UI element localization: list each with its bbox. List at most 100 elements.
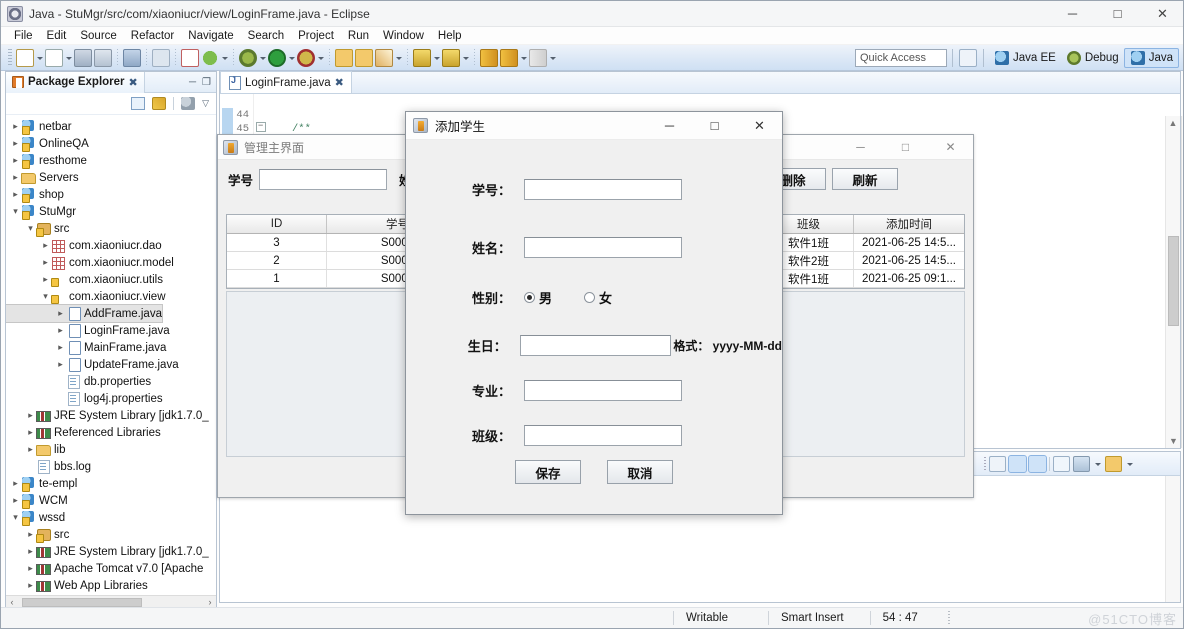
open-console-dropdown-icon[interactable] — [1125, 455, 1134, 473]
radio-male-icon[interactable] — [524, 291, 535, 303]
menu-window[interactable]: Window — [376, 30, 431, 42]
status-resize-grip[interactable] — [947, 611, 950, 625]
tree-item[interactable]: com.xiaoniucr.utils — [6, 271, 216, 288]
tree-twisty-icon[interactable] — [40, 291, 51, 302]
tree-twisty-icon[interactable] — [55, 325, 66, 336]
tree-twisty-icon[interactable] — [25, 529, 36, 540]
tree-twisty-icon[interactable] — [25, 410, 36, 421]
minimize-icon[interactable] — [1137, 456, 1154, 472]
tree-item[interactable]: MainFrame.java — [6, 339, 216, 356]
scroll-lock-icon[interactable] — [1053, 455, 1070, 472]
tree-item[interactable]: bbs.log — [6, 458, 216, 475]
tree-twisty-icon[interactable] — [10, 138, 21, 149]
new-java-class-icon[interactable] — [45, 48, 63, 67]
tree-item[interactable]: db.properties — [6, 373, 216, 390]
view-menu-icon[interactable] — [181, 97, 196, 110]
tab-package-explorer[interactable]: Package Explorer ✖ — [6, 71, 145, 93]
console-vscrollbar[interactable] — [1165, 476, 1180, 602]
forward-icon[interactable] — [529, 48, 547, 67]
tree-item[interactable]: te-empl — [6, 475, 216, 492]
tree-item[interactable]: log4j.properties — [6, 390, 216, 407]
new-wizard-icon[interactable] — [16, 48, 34, 67]
major-input[interactable] — [524, 379, 682, 401]
fold-collapse-icon[interactable] — [256, 120, 266, 132]
scroll-right-icon[interactable]: › — [204, 597, 216, 607]
tree-item[interactable]: com.xiaoniucr.model — [6, 254, 216, 271]
tree-item[interactable]: Web App Libraries — [6, 577, 216, 594]
tree-item[interactable]: netbar — [6, 118, 216, 135]
new-java-project-icon[interactable] — [181, 48, 199, 67]
next-annotation-icon[interactable] — [413, 48, 431, 67]
package-explorer-tree[interactable]: netbar OnlineQA resthome Servers shop StuMgr s… — [6, 115, 216, 595]
tree-twisty-icon[interactable] — [10, 155, 21, 166]
tree-item[interactable]: com.xiaoniucr.view — [6, 288, 216, 305]
birthday-input[interactable] — [519, 334, 672, 356]
tab-close-icon[interactable]: ✖ — [335, 76, 344, 89]
tree-twisty-icon[interactable] — [25, 427, 36, 438]
editor-vscrollbar[interactable]: ▲ ▼ — [1165, 116, 1180, 448]
open-perspective-icon[interactable] — [958, 48, 977, 67]
tree-twisty-icon[interactable] — [25, 563, 36, 574]
toggle-mark-occurrences-icon[interactable] — [152, 48, 170, 67]
quick-access-input[interactable]: Quick Access — [854, 48, 947, 67]
main-window-close-button[interactable]: ✕ — [928, 135, 973, 160]
debug-dropdown-icon[interactable] — [258, 49, 267, 67]
print-icon[interactable] — [123, 48, 141, 67]
scroll-up-icon[interactable]: ▲ — [1166, 116, 1180, 130]
tree-item[interactable]: JRE System Library [jdk1.7.0_ — [6, 407, 216, 424]
hscroll-thumb[interactable] — [22, 597, 142, 607]
display-selected-console-icon[interactable] — [1073, 455, 1090, 472]
debug-icon[interactable] — [239, 48, 257, 67]
tree-item[interactable]: WCM — [6, 492, 216, 509]
tree-twisty-icon[interactable] — [10, 206, 21, 217]
tree-twisty-icon[interactable] — [25, 223, 36, 234]
menu-project[interactable]: Project — [291, 30, 341, 42]
tree-twisty-icon[interactable] — [10, 495, 21, 506]
gender-option-female[interactable]: 女 — [584, 288, 612, 307]
chevron-down-icon[interactable]: ▽ — [202, 98, 209, 109]
next-annotation-dropdown-icon[interactable] — [432, 49, 441, 67]
previous-annotation-icon[interactable] — [442, 48, 460, 67]
menu-search[interactable]: Search — [241, 30, 291, 42]
window-maximize-button[interactable]: □ — [1095, 1, 1140, 27]
remove-all-terminated-icon[interactable] — [1028, 454, 1047, 473]
cancel-button[interactable]: 取消 — [607, 460, 673, 484]
dialog-minimize-button[interactable]: ─ — [647, 112, 692, 140]
tree-item[interactable]: JRE System Library [jdk1.7.0_ — [6, 543, 216, 560]
tree-item[interactable]: shop — [6, 186, 216, 203]
tree-item[interactable]: LoginFrame.java — [6, 322, 216, 339]
tree-twisty-icon[interactable] — [10, 121, 21, 132]
external-tools-icon[interactable] — [375, 48, 393, 67]
build-refresh-icon[interactable] — [201, 48, 219, 67]
open-resource-icon[interactable] — [355, 48, 373, 67]
minimize-icon[interactable]: ─ — [189, 77, 196, 88]
menu-source[interactable]: Source — [73, 30, 123, 42]
column-header-time[interactable]: 添加时间 — [854, 215, 964, 233]
forward-dropdown-icon[interactable] — [548, 49, 557, 67]
tree-item[interactable]: com.xiaoniucr.dao — [6, 237, 216, 254]
remove-launch-icon[interactable] — [1008, 454, 1027, 473]
tree-item[interactable]: OnlineQA — [6, 135, 216, 152]
student-id-input[interactable] — [524, 178, 682, 200]
close-icon[interactable]: ✖ — [129, 76, 138, 89]
run-last-tool-dropdown-icon[interactable] — [316, 49, 325, 67]
tree-twisty-icon[interactable] — [10, 189, 21, 200]
back-icon[interactable] — [500, 48, 518, 67]
tree-twisty-icon[interactable] — [25, 546, 36, 557]
column-header-id[interactable]: ID — [227, 215, 327, 233]
radio-female-icon[interactable] — [584, 291, 596, 303]
tree-twisty-icon[interactable] — [40, 274, 51, 285]
tree-twisty-icon[interactable] — [10, 478, 21, 489]
tree-twisty-icon[interactable] — [10, 172, 21, 183]
toolbar-grip[interactable] — [8, 49, 12, 66]
tree-item[interactable]: resthome — [6, 152, 216, 169]
window-minimize-button[interactable]: ─ — [1050, 1, 1095, 27]
last-edit-location-icon[interactable] — [480, 48, 498, 67]
terminate-icon[interactable] — [989, 455, 1006, 472]
previous-annotation-dropdown-icon[interactable] — [461, 49, 470, 67]
console-select-dropdown-icon[interactable] — [1093, 455, 1102, 473]
run-icon[interactable] — [268, 48, 286, 67]
tree-item[interactable]: lib — [6, 441, 216, 458]
build-dropdown-icon[interactable] — [220, 49, 229, 67]
main-window-minimize-button[interactable]: ─ — [838, 135, 883, 160]
